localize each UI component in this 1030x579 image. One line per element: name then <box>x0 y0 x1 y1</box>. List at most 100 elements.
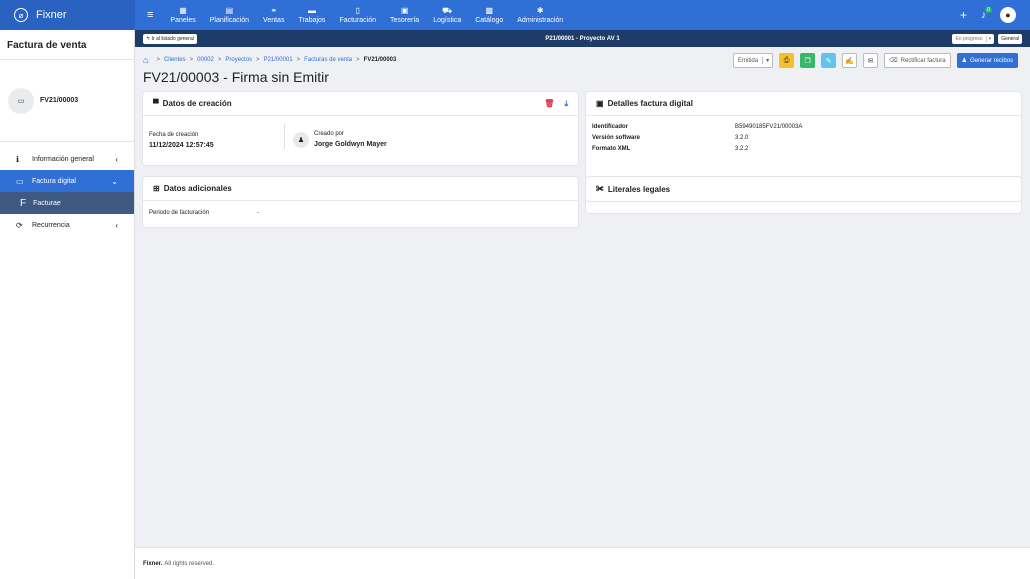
legal-card-header[interactable]: ✀ Literales legales <box>586 177 1021 201</box>
letter-f-icon: F <box>20 197 27 209</box>
sidebar: Factura de venta ▭ FV21/00003 ℹ Informac… <box>0 30 135 579</box>
handshake-icon: ⚭ <box>270 6 278 15</box>
nav-item-trabajos[interactable]: ▬ Trabajos <box>298 6 325 24</box>
sidebar-item-facturae[interactable]: F Facturae <box>0 192 134 214</box>
chevron-left-icon: ‹ <box>115 154 118 164</box>
notification-count-badge: 0 <box>985 6 992 13</box>
download-icon[interactable]: ⤓ <box>564 99 568 109</box>
folder-icon: ▬ <box>307 6 316 15</box>
generate-receipts-button[interactable]: ♟ Generar recibos <box>956 53 1018 68</box>
general-button[interactable]: General <box>998 33 1022 44</box>
billing-period-label: Periodo de facturación <box>149 210 210 216</box>
breadcrumb-current: FV21/00003 <box>363 57 397 63</box>
edit-icon: ✎ <box>825 57 832 65</box>
cash-icon: ▣ <box>400 6 409 15</box>
breadcrumb: ⌂ > Clientes > 00002 > Proyectos > P21/0… <box>143 55 397 65</box>
email-button[interactable]: ✉ <box>863 53 879 68</box>
breadcrumb-proyectos[interactable]: Proyectos <box>225 57 252 63</box>
record-subheader: ↰ Ir al listado general P21/00001 - Proy… <box>135 30 1030 47</box>
sidebar-item-factura-digital[interactable]: ▭ Factura digital ⌄ <box>0 170 134 192</box>
record-title: P21/00001 - Proyecto AV 1 <box>545 35 620 42</box>
creation-date-label: Fecha de creación <box>149 132 199 138</box>
user-avatar[interactable]: ● <box>1000 7 1016 23</box>
user-icon: ♟ <box>293 131 309 148</box>
footer: Fixner. All rights reserved. <box>135 547 1030 579</box>
breadcrumb-facturas[interactable]: Facturas de venta <box>304 57 352 63</box>
nav-item-paneles[interactable]: ▦ Paneles <box>170 6 195 24</box>
duplicate-button[interactable]: ❐ <box>800 53 816 68</box>
digital-row-formato: Formato XML 3.2.2 <box>592 146 749 152</box>
recurrence-icon: ⟳ <box>16 220 23 230</box>
app-name: Fixner <box>36 9 67 21</box>
caret-down-icon: ▾ <box>985 35 991 42</box>
status-select[interactable]: En progreso ▾ <box>952 33 995 44</box>
user-icon: ♟ <box>961 58 967 64</box>
caret-down-icon: ▾ <box>762 57 772 64</box>
digital-row-version: Versión software 3.2.0 <box>592 135 749 141</box>
creation-card-header: ▀ Datos de creación 🗑 ⤓ <box>143 92 578 116</box>
creator-value: Jorge Goldwyn Mayer <box>314 141 387 148</box>
sidebar-title: Factura de venta <box>0 30 134 60</box>
printer-icon: ⎙ <box>783 56 790 64</box>
digital-row-identificador: Identificador B59490185FV21/00003A <box>592 124 803 130</box>
creator-label: Creado por <box>314 131 345 137</box>
sidebar-item-informacion-general[interactable]: ℹ Información general ‹ <box>0 148 134 170</box>
home-icon[interactable]: ⌂ <box>143 55 148 65</box>
menu-toggle-icon[interactable]: ≡ <box>147 9 153 21</box>
breadcrumb-project-id[interactable]: P21/00001 <box>264 57 293 63</box>
fixner-logo-icon: ⌀ <box>14 8 28 22</box>
additional-data-card: ⊞ Datos adicionales Periodo de facturaci… <box>143 177 578 227</box>
nav-item-planificacion[interactable]: ▤ Planificación <box>210 6 249 24</box>
top-navbar: ⌀ Fixner ≡ ▦ Paneles ▤ Planificación ⚭ Vent… <box>0 0 1030 30</box>
creation-data-card: ▀ Datos de creación 🗑 ⤓ Fecha de creació… <box>143 92 578 165</box>
nav-item-administracion[interactable]: ✱ Administración <box>517 6 563 24</box>
nav-item-ventas[interactable]: ⚭ Ventas <box>263 6 284 24</box>
edit-button[interactable]: ✎ <box>821 53 837 68</box>
nav-item-facturacion[interactable]: ▯ Facturación <box>339 6 376 24</box>
legal-literals-card[interactable]: ✀ Literales legales <box>586 177 1021 201</box>
action-toolbar: Emitida ▾ ⎙ ❐ ✎ ✍ ✉ ⌫ Rectificar factura … <box>733 53 1018 68</box>
nav-item-logistica[interactable]: ⛟ Logística <box>433 6 461 24</box>
info-icon: ℹ <box>16 154 20 164</box>
billing-period-value: - <box>257 210 259 216</box>
breadcrumb-client-id[interactable]: 00002 <box>197 57 214 63</box>
grid-icon: ▦ <box>179 6 187 15</box>
copy-icon: ❐ <box>804 57 811 65</box>
nav-item-catalogo[interactable]: ▩ Catálogo <box>475 6 503 24</box>
breadcrumb-clientes[interactable]: Clientes <box>164 57 186 63</box>
eraser-icon: ⌫ <box>889 58 898 64</box>
chevron-down-icon: ⌄ <box>111 176 118 186</box>
rectify-invoice-button[interactable]: ⌫ Rectificar factura <box>884 53 951 68</box>
briefcase-icon: ▀ <box>153 99 159 108</box>
sidebar-item-recurrencia[interactable]: ⟳ Recurrencia ‹ <box>0 214 134 236</box>
digital-card-header: ▣ Detalles factura digital <box>586 92 1021 116</box>
calendar-icon: ▤ <box>225 6 234 15</box>
nav-item-tesoreria[interactable]: ▣ Tesorería <box>390 6 419 24</box>
chevron-left-icon: ‹ <box>115 220 118 230</box>
wrench-icon: ✀ <box>596 184 604 193</box>
devices-icon: ▭ <box>16 176 24 186</box>
truck-icon: ⛟ <box>442 6 453 15</box>
add-icon[interactable]: + <box>960 8 967 22</box>
record-card-icon: ▭ <box>8 87 34 114</box>
sign-button[interactable]: ✍ <box>842 53 858 68</box>
print-button[interactable]: ⎙ <box>779 53 795 68</box>
footer-text: All rights reserved. <box>164 560 215 567</box>
sidebar-record: ▭ FV21/00003 <box>0 60 134 142</box>
id-card-icon: ▣ <box>596 99 604 108</box>
footer-brand: Fixner. <box>143 560 163 567</box>
trash-icon[interactable]: 🗑 <box>544 99 554 109</box>
record-id: FV21/00003 <box>40 97 79 104</box>
status-dropdown[interactable]: Emitida ▾ <box>733 53 774 68</box>
additional-card-header: ⊞ Datos adicionales <box>143 177 578 201</box>
notifications-bell-icon[interactable]: ♪ 0 <box>981 6 992 21</box>
back-to-list-button[interactable]: ↰ Ir al listado general <box>143 33 197 44</box>
main-content: ⌂ > Clientes > 00002 > Proyectos > P21/0… <box>135 47 1030 547</box>
plus-square-icon: ⊞ <box>153 184 160 193</box>
envelope-icon: ✉ <box>867 57 874 65</box>
brand[interactable]: ⌀ Fixner <box>0 0 135 30</box>
invoice-icon: ▯ <box>355 6 360 15</box>
catalog-icon: ▩ <box>485 6 494 15</box>
gear-icon: ✱ <box>536 6 544 15</box>
signature-icon: ✍ <box>845 57 854 65</box>
